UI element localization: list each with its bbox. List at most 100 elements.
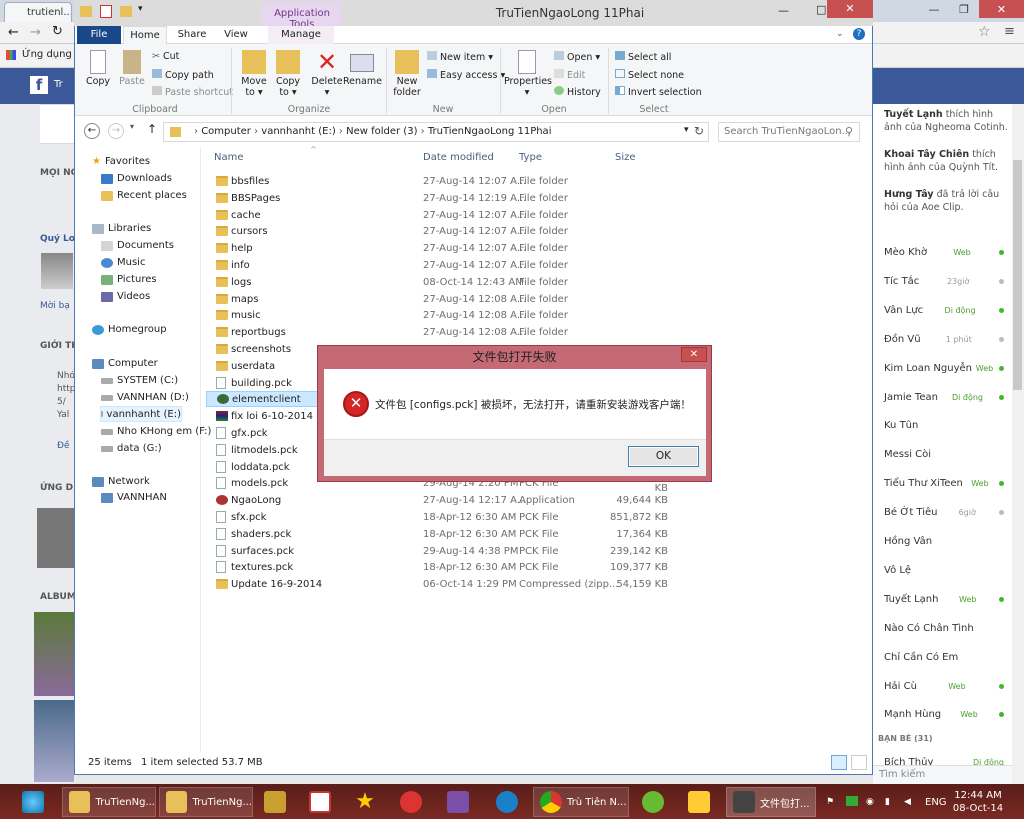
nav-drive-e[interactable]: vannhanht (E:): [100, 406, 182, 422]
chat-friend[interactable]: Nào Có Chân Tình: [884, 620, 1004, 636]
taskbar-game-dialog[interactable]: 文件包打...: [726, 787, 816, 817]
paste-button[interactable]: Paste: [117, 50, 147, 87]
history-button[interactable]: History: [554, 86, 601, 98]
chat-friend[interactable]: Hồng Vân: [884, 533, 1004, 549]
nav-drive-g[interactable]: data (G:): [101, 443, 162, 454]
breadcrumb-item[interactable]: vannhanht (E:): [261, 126, 335, 137]
forward-icon[interactable]: →: [108, 123, 124, 139]
open-button[interactable]: Open ▾: [554, 51, 600, 63]
chat-friend[interactable]: Chỉ Cần Có Em: [884, 649, 1004, 665]
chat-friend[interactable]: Jamie Tean Di động: [884, 389, 1004, 405]
fb-app-thumbnail[interactable]: [37, 508, 74, 568]
nav-favorites[interactable]: ★ Favorites: [92, 156, 150, 167]
close-icon[interactable]: ✕: [827, 0, 873, 18]
column-header-date[interactable]: Date modified: [423, 152, 494, 163]
move-to-button[interactable]: Move to ▾: [238, 50, 270, 98]
file-row[interactable]: cursors 27-Aug-14 12:07 A... File folder: [206, 223, 668, 239]
taskbar-app[interactable]: [441, 787, 477, 817]
column-header-size[interactable]: Size: [615, 152, 636, 163]
address-bar[interactable]: › Computer › vannhanht (E:) › New folder…: [163, 122, 709, 142]
ticker-item[interactable]: Hưng Tây đã trả lời câu hỏi của Aoe Clip…: [884, 188, 1008, 214]
ticker-item[interactable]: Tuyết Lạnh thích hình ảnh của Ngheoma Co…: [884, 108, 1008, 134]
taskbar-explorer-1[interactable]: TruTienNg...: [62, 787, 156, 817]
tab-manage[interactable]: Manage: [268, 26, 334, 44]
chat-friend[interactable]: Vô Lệ: [884, 562, 1004, 578]
back-icon[interactable]: ←: [84, 123, 100, 139]
column-header-name[interactable]: Name: [214, 152, 244, 163]
taskbar-chrome[interactable]: Trù Tiên N...: [533, 787, 629, 817]
nav-music[interactable]: Music: [101, 257, 145, 268]
breadcrumb-item[interactable]: New folder (3): [346, 126, 417, 137]
taskbar-app[interactable]: [682, 787, 718, 817]
nav-recent-places[interactable]: Recent places: [101, 190, 187, 201]
minimize-icon[interactable]: —: [919, 0, 949, 18]
chat-friend[interactable]: Mèo Khờ Web: [884, 244, 1004, 260]
close-icon[interactable]: ✕: [979, 0, 1024, 18]
chat-friend[interactable]: Tíc Tắc 23giờ: [884, 273, 1004, 289]
paste-shortcut-button[interactable]: Paste shortcut: [152, 86, 233, 98]
fb-album-photo[interactable]: [34, 700, 74, 782]
taskbar-app[interactable]: ★: [348, 787, 384, 817]
chat-friend[interactable]: Tuyết Lạnh Web: [884, 591, 1004, 607]
clock[interactable]: 12:44 AM 08-Oct-14: [952, 789, 1004, 815]
language-indicator[interactable]: ENG: [925, 797, 947, 808]
new-folder-button[interactable]: New folder: [391, 50, 423, 98]
dialog-close-icon[interactable]: ✕: [681, 347, 707, 362]
nav-drive-d[interactable]: VANNHAN (D:): [101, 392, 189, 403]
apps-bookmark[interactable]: Ứng dụng: [22, 49, 72, 60]
forward-icon[interactable]: →: [30, 25, 41, 40]
menu-icon[interactable]: ≡: [1004, 24, 1015, 39]
nav-drive-f[interactable]: Nho KHong em (F:): [101, 426, 211, 437]
invert-selection-button[interactable]: Invert selection: [615, 86, 702, 98]
nav-drive-c[interactable]: SYSTEM (C:): [101, 375, 178, 386]
tab-view[interactable]: View: [216, 26, 256, 44]
select-none-button[interactable]: Select none: [615, 69, 684, 81]
file-row[interactable]: reportbugs 27-Aug-14 12:08 A... File folde…: [206, 324, 668, 340]
column-header-type[interactable]: Type: [519, 152, 542, 163]
up-icon[interactable]: ↑: [147, 122, 157, 136]
properties-icon[interactable]: [100, 5, 112, 18]
star-icon[interactable]: ☆: [978, 24, 991, 40]
file-row[interactable]: sfx.pck 18-Apr-12 6:30 AM PCK File 851,872 …: [206, 509, 668, 525]
browser-tab[interactable]: trutienl...: [4, 2, 72, 22]
refresh-icon[interactable]: ↻: [694, 124, 704, 138]
minimize-icon[interactable]: —: [778, 4, 789, 17]
flag-icon[interactable]: ⚑: [826, 797, 834, 807]
nav-documents[interactable]: Documents: [101, 240, 174, 251]
tab-home[interactable]: Home: [123, 26, 167, 44]
edit-button[interactable]: Edit: [554, 69, 585, 81]
page-scrollbar-thumb[interactable]: [1013, 160, 1022, 390]
file-row[interactable]: music 27-Aug-14 12:08 A... File folder: [206, 307, 668, 323]
breadcrumb-item[interactable]: TruTienNgaoLong 11Phai: [428, 126, 552, 137]
chevron-down-icon[interactable]: ▾: [684, 125, 689, 135]
chat-friend[interactable]: Mạnh Hùng Web: [884, 706, 1004, 722]
chat-friend[interactable]: Bé Ớt Tiêu 6giờ: [884, 504, 1004, 520]
volume-icon[interactable]: ◀: [904, 797, 911, 807]
new-folder-icon[interactable]: [120, 6, 132, 17]
ok-button[interactable]: OK: [628, 446, 699, 467]
taskbar-explorer-2[interactable]: TruTienNg...: [159, 787, 253, 817]
search-input[interactable]: Search TruTienNgaoLon... ⚲: [718, 122, 860, 142]
nav-computer[interactable]: Computer: [92, 358, 158, 369]
tab-file[interactable]: File: [77, 26, 121, 44]
apps-icon[interactable]: [6, 50, 16, 60]
file-row[interactable]: cache 27-Aug-14 12:07 A... File folder: [206, 207, 668, 223]
chat-friend[interactable]: Ku Tũn: [884, 417, 1004, 433]
nvidia-icon[interactable]: [846, 796, 858, 806]
fb-invite-link[interactable]: Mời bạ: [40, 301, 70, 311]
select-all-button[interactable]: Select all: [615, 51, 671, 63]
file-row[interactable]: logs 08-Oct-14 12:43 AM File folder: [206, 274, 668, 290]
file-row[interactable]: BBSPages 27-Aug-14 12:19 A... File folder: [206, 190, 668, 206]
file-row[interactable]: info 27-Aug-14 12:07 A... File folder: [206, 257, 668, 273]
file-row[interactable]: help 27-Aug-14 12:07 A... File folder: [206, 240, 668, 256]
taskbar-app[interactable]: [258, 787, 294, 817]
easy-access-button[interactable]: Easy access ▾: [427, 69, 505, 81]
nav-downloads[interactable]: Downloads: [101, 173, 172, 184]
maximize-icon[interactable]: □: [816, 3, 826, 16]
nav-pictures[interactable]: Pictures: [101, 274, 157, 285]
delete-button[interactable]: ✕ Delete ▾: [311, 50, 343, 98]
help-icon[interactable]: ?: [853, 28, 865, 40]
chat-friend[interactable]: Messi Còi: [884, 446, 1004, 462]
file-row[interactable]: bbsfiles 27-Aug-14 12:07 A... File folder: [206, 173, 668, 189]
copy-to-button[interactable]: Copy to ▾: [272, 50, 304, 98]
